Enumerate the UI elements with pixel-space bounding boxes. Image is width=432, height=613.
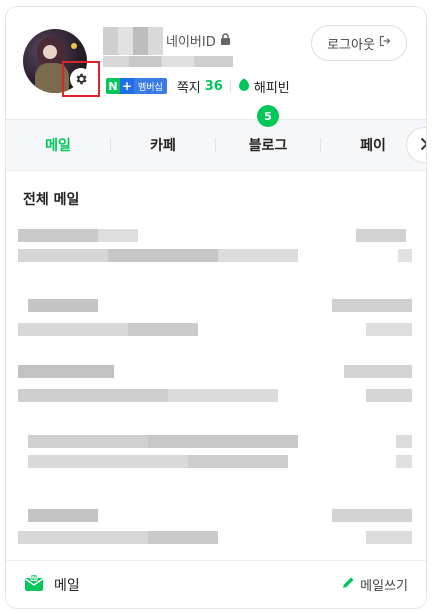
membership-badge-label: 멤버십 [134,78,167,94]
memo-link[interactable]: 쪽지 [177,77,201,96]
membership-badge-plus: + [120,78,134,94]
user-email-redacted [103,56,233,67]
tab-cafe[interactable]: 카페 [111,135,215,155]
logout-button[interactable]: 로그아웃 [311,25,407,61]
mail-icon: N [24,573,44,596]
logout-label: 로그아웃 [327,37,375,53]
mail-home-link[interactable]: N 메일 [24,573,80,596]
mail-item-redacted[interactable] [14,225,418,271]
lock-icon [220,32,231,49]
user-name-redacted [103,27,163,55]
blog-notification-badge: 5 [257,105,279,127]
chevron-right-icon [419,136,426,155]
mail-footer: N 메일 메일쓰기 [6,560,426,608]
profile-settings-button[interactable] [62,61,100,97]
mail-item-redacted[interactable] [14,363,418,409]
happybean-icon [238,78,250,95]
status-divider [229,80,231,92]
mail-item-redacted[interactable] [14,505,418,551]
logout-icon [379,35,391,51]
mail-item-redacted[interactable] [14,431,418,477]
membership-badge-n: N [106,78,120,94]
svg-text:N: N [32,575,36,581]
account-card: 네이버ID 로그아웃 N + 멤버십 쪽지 36 해피빈 메일 카페 블로그 페… [5,6,427,609]
tab-mail[interactable]: 메일 [6,135,110,155]
tab-blog[interactable]: 블로그 [216,135,320,155]
gear-icon [70,68,92,90]
write-mail-label: 메일쓰기 [360,579,408,594]
membership-badge[interactable]: N + 멤버십 [106,78,167,94]
mail-item-redacted[interactable] [14,297,418,343]
happybean-label: 해피빈 [253,80,290,96]
pencil-icon [342,576,355,593]
profile-status-row: N + 멤버십 쪽지 36 해피빈 [106,77,290,96]
naver-id-label: 네이버ID [166,35,216,50]
naver-id-label-group: 네이버ID [166,31,231,50]
memo-count[interactable]: 36 [205,79,223,94]
write-mail-button[interactable]: 메일쓰기 [342,575,408,594]
mail-section-title: 전체 메일 [23,192,80,208]
mail-label: 메일 [54,577,80,594]
happybean-link[interactable]: 해피빈 [238,77,290,96]
service-tabs: 메일 카페 블로그 페이 [6,119,426,171]
